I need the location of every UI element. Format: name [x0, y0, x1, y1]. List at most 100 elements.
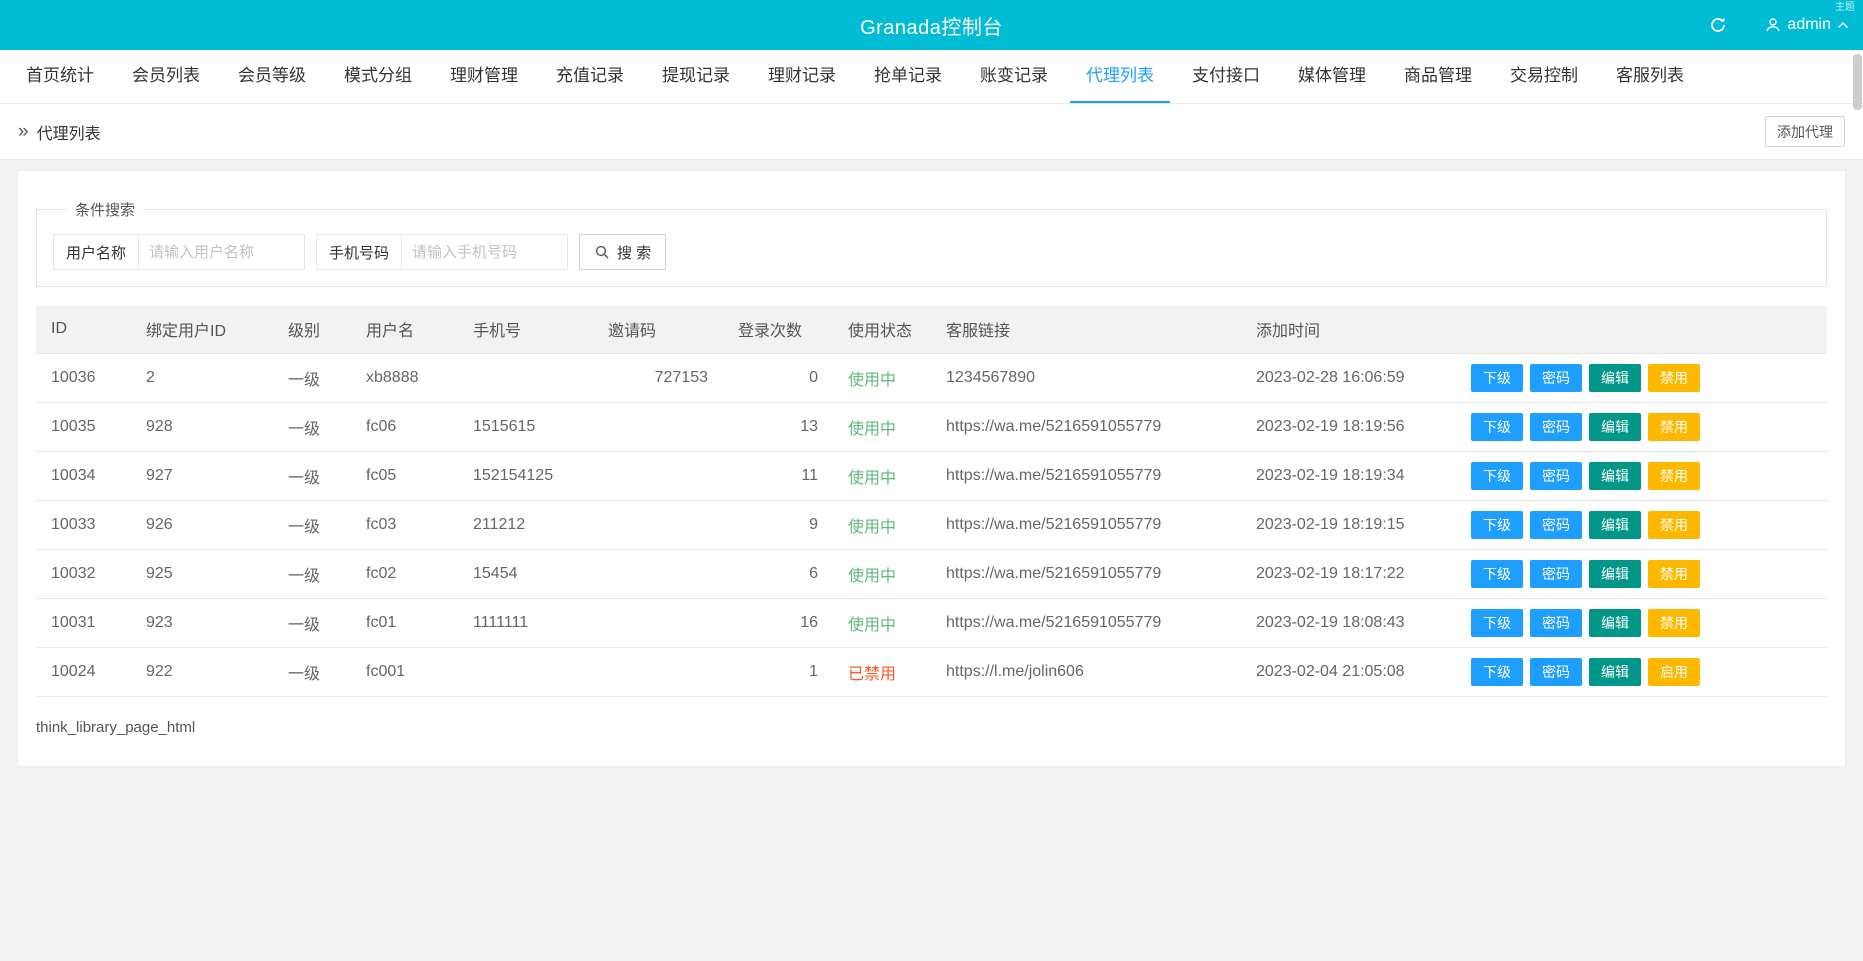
edit-button[interactable]: 编辑: [1589, 559, 1641, 588]
breadcrumb-arrow-icon: »: [18, 120, 29, 142]
sub-level-button[interactable]: 下级: [1471, 608, 1523, 637]
nav-tab-充值记录[interactable]: 充值记录: [540, 50, 640, 103]
table-row: 10024 922 一级 fc001 1 已禁用 https://l.me/jolin606…: [36, 647, 1827, 697]
chevron-up-icon: [1837, 21, 1849, 29]
search-legend: 条件搜索: [75, 202, 136, 219]
app-title: Granada控制台: [860, 16, 1003, 39]
toggle-status-button[interactable]: 启用: [1648, 657, 1700, 686]
nav-tab-媒体管理[interactable]: 媒体管理: [1282, 50, 1382, 103]
nav-tab-会员列表[interactable]: 会员列表: [116, 50, 216, 103]
page-title: 代理列表: [36, 125, 101, 143]
toggle-status-button[interactable]: 禁用: [1648, 608, 1700, 637]
password-button[interactable]: 密码: [1530, 657, 1582, 686]
cell-bind-user-id: 928: [131, 402, 273, 452]
cell-phone: [458, 353, 593, 403]
toggle-status-button[interactable]: 禁用: [1648, 510, 1700, 539]
edit-button[interactable]: 编辑: [1589, 657, 1641, 686]
toggle-status-button[interactable]: 禁用: [1648, 363, 1700, 392]
nav-tab-抢单记录[interactable]: 抢单记录: [858, 50, 958, 103]
table-row: 10035 928 一级 fc06 1515615 13 使用中 https://wa.me/…: [36, 402, 1827, 452]
username-input[interactable]: [138, 235, 305, 269]
password-button[interactable]: 密码: [1530, 461, 1582, 490]
cell-level: 一级: [273, 549, 351, 599]
username-group: 用户名称: [53, 234, 306, 270]
cell-id: 10032: [36, 549, 131, 599]
nav-tab-代理列表[interactable]: 代理列表: [1070, 50, 1170, 103]
password-button[interactable]: 密码: [1530, 510, 1582, 539]
toggle-status-button[interactable]: 禁用: [1648, 412, 1700, 441]
cell-service-link: 1234567890: [931, 353, 1241, 403]
nav-tab-模式分组[interactable]: 模式分组: [328, 50, 428, 103]
cell-status: 使用中: [833, 549, 931, 599]
cell-phone: 1111111: [458, 598, 593, 648]
cell-service-link: https://wa.me/5216591055779: [931, 549, 1241, 599]
phone-input[interactable]: [401, 235, 568, 269]
cell-username: xb8888: [351, 353, 458, 403]
column-header: 登录次数: [723, 306, 833, 354]
search-button[interactable]: 搜 索: [579, 234, 667, 270]
user-menu[interactable]: admin: [1765, 16, 1849, 34]
toggle-status-button[interactable]: 禁用: [1648, 559, 1700, 588]
column-header: 绑定用户ID: [131, 306, 273, 354]
password-button[interactable]: 密码: [1530, 559, 1582, 588]
cell-service-link: https://l.me/jolin606: [931, 647, 1241, 697]
column-header: 使用状态: [833, 306, 931, 354]
cell-id: 10033: [36, 500, 131, 550]
nav-tab-提现记录[interactable]: 提现记录: [646, 50, 746, 103]
cell-add-time: 2023-02-19 18:19:15: [1241, 500, 1456, 550]
nav-tab-理财管理[interactable]: 理财管理: [434, 50, 534, 103]
sub-level-button[interactable]: 下级: [1471, 412, 1523, 441]
agent-table-body: 10036 2 一级 xb8888 727153 0 使用中 1234567890 2023-0…: [36, 353, 1827, 697]
sub-level-button[interactable]: 下级: [1471, 657, 1523, 686]
column-header: 手机号: [458, 306, 593, 354]
nav-tab-客服列表[interactable]: 客服列表: [1600, 50, 1700, 103]
user-icon: [1765, 17, 1781, 33]
cell-bind-user-id: 922: [131, 647, 273, 697]
cell-status: 使用中: [833, 598, 931, 648]
edit-button[interactable]: 编辑: [1589, 510, 1641, 539]
edit-button[interactable]: 编辑: [1589, 608, 1641, 637]
nav-tab-理财记录[interactable]: 理财记录: [752, 50, 852, 103]
sub-level-button[interactable]: 下级: [1471, 461, 1523, 490]
column-header: 邀请码: [593, 306, 723, 354]
add-agent-button[interactable]: 添加代理: [1765, 116, 1845, 147]
edit-button[interactable]: 编辑: [1589, 412, 1641, 441]
toggle-status-button[interactable]: 禁用: [1648, 461, 1700, 490]
cell-id: 10035: [36, 402, 131, 452]
cell-status: 使用中: [833, 402, 931, 452]
sub-level-button[interactable]: 下级: [1471, 559, 1523, 588]
nav-tab-支付接口[interactable]: 支付接口: [1176, 50, 1276, 103]
cell-actions: 下级 密码 编辑 禁用: [1456, 598, 1827, 648]
cell-status: 使用中: [833, 353, 931, 403]
password-button[interactable]: 密码: [1530, 608, 1582, 637]
cell-level: 一级: [273, 353, 351, 403]
password-button[interactable]: 密码: [1530, 412, 1582, 441]
sub-level-button[interactable]: 下级: [1471, 510, 1523, 539]
nav-tab-交易控制[interactable]: 交易控制: [1494, 50, 1594, 103]
column-header: 级别: [273, 306, 351, 354]
status-text: 使用中: [848, 420, 897, 438]
column-header: 客服链接: [931, 306, 1241, 354]
sub-level-button[interactable]: 下级: [1471, 363, 1523, 392]
cell-service-link: https://wa.me/5216591055779: [931, 500, 1241, 550]
nav-tab-账变记录[interactable]: 账变记录: [964, 50, 1064, 103]
status-text: 使用中: [848, 518, 897, 536]
refresh-button[interactable]: [1709, 16, 1727, 34]
phone-label: 手机号码: [329, 244, 390, 262]
cell-login-count: 9: [723, 500, 833, 550]
cell-bind-user-id: 925: [131, 549, 273, 599]
nav-tab-会员等级[interactable]: 会员等级: [222, 50, 322, 103]
nav-tab-首页统计[interactable]: 首页统计: [10, 50, 110, 103]
edit-button[interactable]: 编辑: [1589, 461, 1641, 490]
cell-id: 10034: [36, 451, 131, 501]
cell-login-count: 1: [723, 647, 833, 697]
nav-tab-商品管理[interactable]: 商品管理: [1388, 50, 1488, 103]
cell-phone: 1515615: [458, 402, 593, 452]
cell-level: 一级: [273, 451, 351, 501]
cell-invite-code: [593, 598, 723, 648]
cell-level: 一级: [273, 402, 351, 452]
vertical-scrollbar[interactable]: [1853, 54, 1862, 110]
cell-invite-code: [593, 451, 723, 501]
password-button[interactable]: 密码: [1530, 363, 1582, 392]
edit-button[interactable]: 编辑: [1589, 363, 1641, 392]
